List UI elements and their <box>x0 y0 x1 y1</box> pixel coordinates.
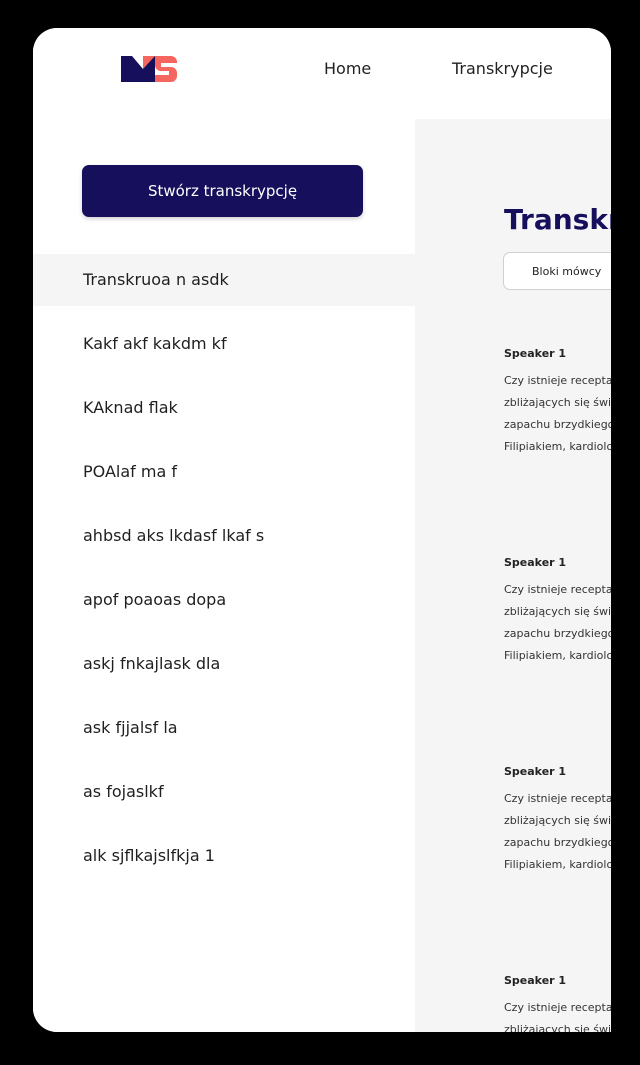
transcript-line: Czy istnieje recepta <box>504 374 611 387</box>
transcript-line: zapachu brzydkiego <box>504 418 611 431</box>
speaker-block: Speaker 1 Czy istnieje recepta zbliżając… <box>504 765 611 876</box>
top-header: Home Transkrypcje <box>33 28 611 119</box>
transcript-line: zbliżających się świ <box>504 396 611 409</box>
speaker-name: Speaker 1 <box>504 974 567 987</box>
speaker-name: Speaker 1 <box>504 347 567 360</box>
transcript-line: zbliżających się świ <box>504 605 611 618</box>
transcription-list-item[interactable]: askj fnkajlask dla <box>33 638 415 690</box>
speaker-blocks-tab[interactable]: Bloki mówcy <box>503 252 611 290</box>
transcript-line: Filipiakiem, kardiolo <box>504 858 611 871</box>
speaker-name: Speaker 1 <box>504 556 567 569</box>
transcript-line: zapachu brzydkiego <box>504 627 611 640</box>
speaker-block: Speaker 1 Czy istnieje recepta zbliżając… <box>504 556 611 667</box>
speaker-name: Speaker 1 <box>504 765 567 778</box>
nav-transcriptions-link[interactable]: Transkrypcje <box>452 59 553 78</box>
transcription-list-item[interactable]: as fojaslkf <box>33 766 415 818</box>
transcription-list-item[interactable]: KAknad flak <box>33 382 415 434</box>
transcription-list-item[interactable]: Transkruoa n asdk <box>33 254 415 306</box>
speaker-block: Speaker 1 Czy istnieje recepta zbliżając… <box>504 974 611 1032</box>
ms-logo[interactable] <box>121 56 177 82</box>
page-title: Transkr <box>504 203 611 236</box>
transcript-line: Filipiakiem, kardiolo <box>504 649 611 662</box>
transcript-line: Czy istnieje recepta <box>504 583 611 596</box>
transcription-list-item[interactable]: POAlaf ma f <box>33 446 415 498</box>
speaker-block: Speaker 1 Czy istnieje recepta zbliżając… <box>504 347 611 458</box>
transcript-line: Filipiakiem, kardiolo <box>504 440 611 453</box>
sidebar: Stwórz transkrypcję Transkruoa n asdk Ka… <box>33 119 415 1032</box>
transcription-list-item[interactable]: Kakf akf kakdm kf <box>33 318 415 370</box>
transcript-line: Czy istnieje recepta <box>504 792 611 805</box>
transcription-list-item[interactable]: alk sjflkajslfkja 1 <box>33 830 415 882</box>
transcription-list: Transkruoa n asdk Kakf akf kakdm kf KAkn… <box>33 254 415 894</box>
app-window: Home Transkrypcje Stwórz transkrypcję Tr… <box>33 28 611 1032</box>
create-transcription-button[interactable]: Stwórz transkrypcję <box>82 165 363 217</box>
transcript-line: zapachu brzydkiego <box>504 836 611 849</box>
nav-home-link[interactable]: Home <box>324 59 371 78</box>
transcript-line: zbliżających się świ <box>504 1023 611 1032</box>
transcription-list-item[interactable]: apof poaoas dopa <box>33 574 415 626</box>
transcript-line: Czy istnieje recepta <box>504 1001 611 1014</box>
transcript-panel: Transkr Bloki mówcy Speaker 1 Czy istnie… <box>415 119 611 1032</box>
transcription-list-item[interactable]: ahbsd aks lkdasf lkaf s <box>33 510 415 562</box>
transcription-list-item[interactable]: ask fjjalsf la <box>33 702 415 754</box>
transcript-line: zbliżających się świ <box>504 814 611 827</box>
